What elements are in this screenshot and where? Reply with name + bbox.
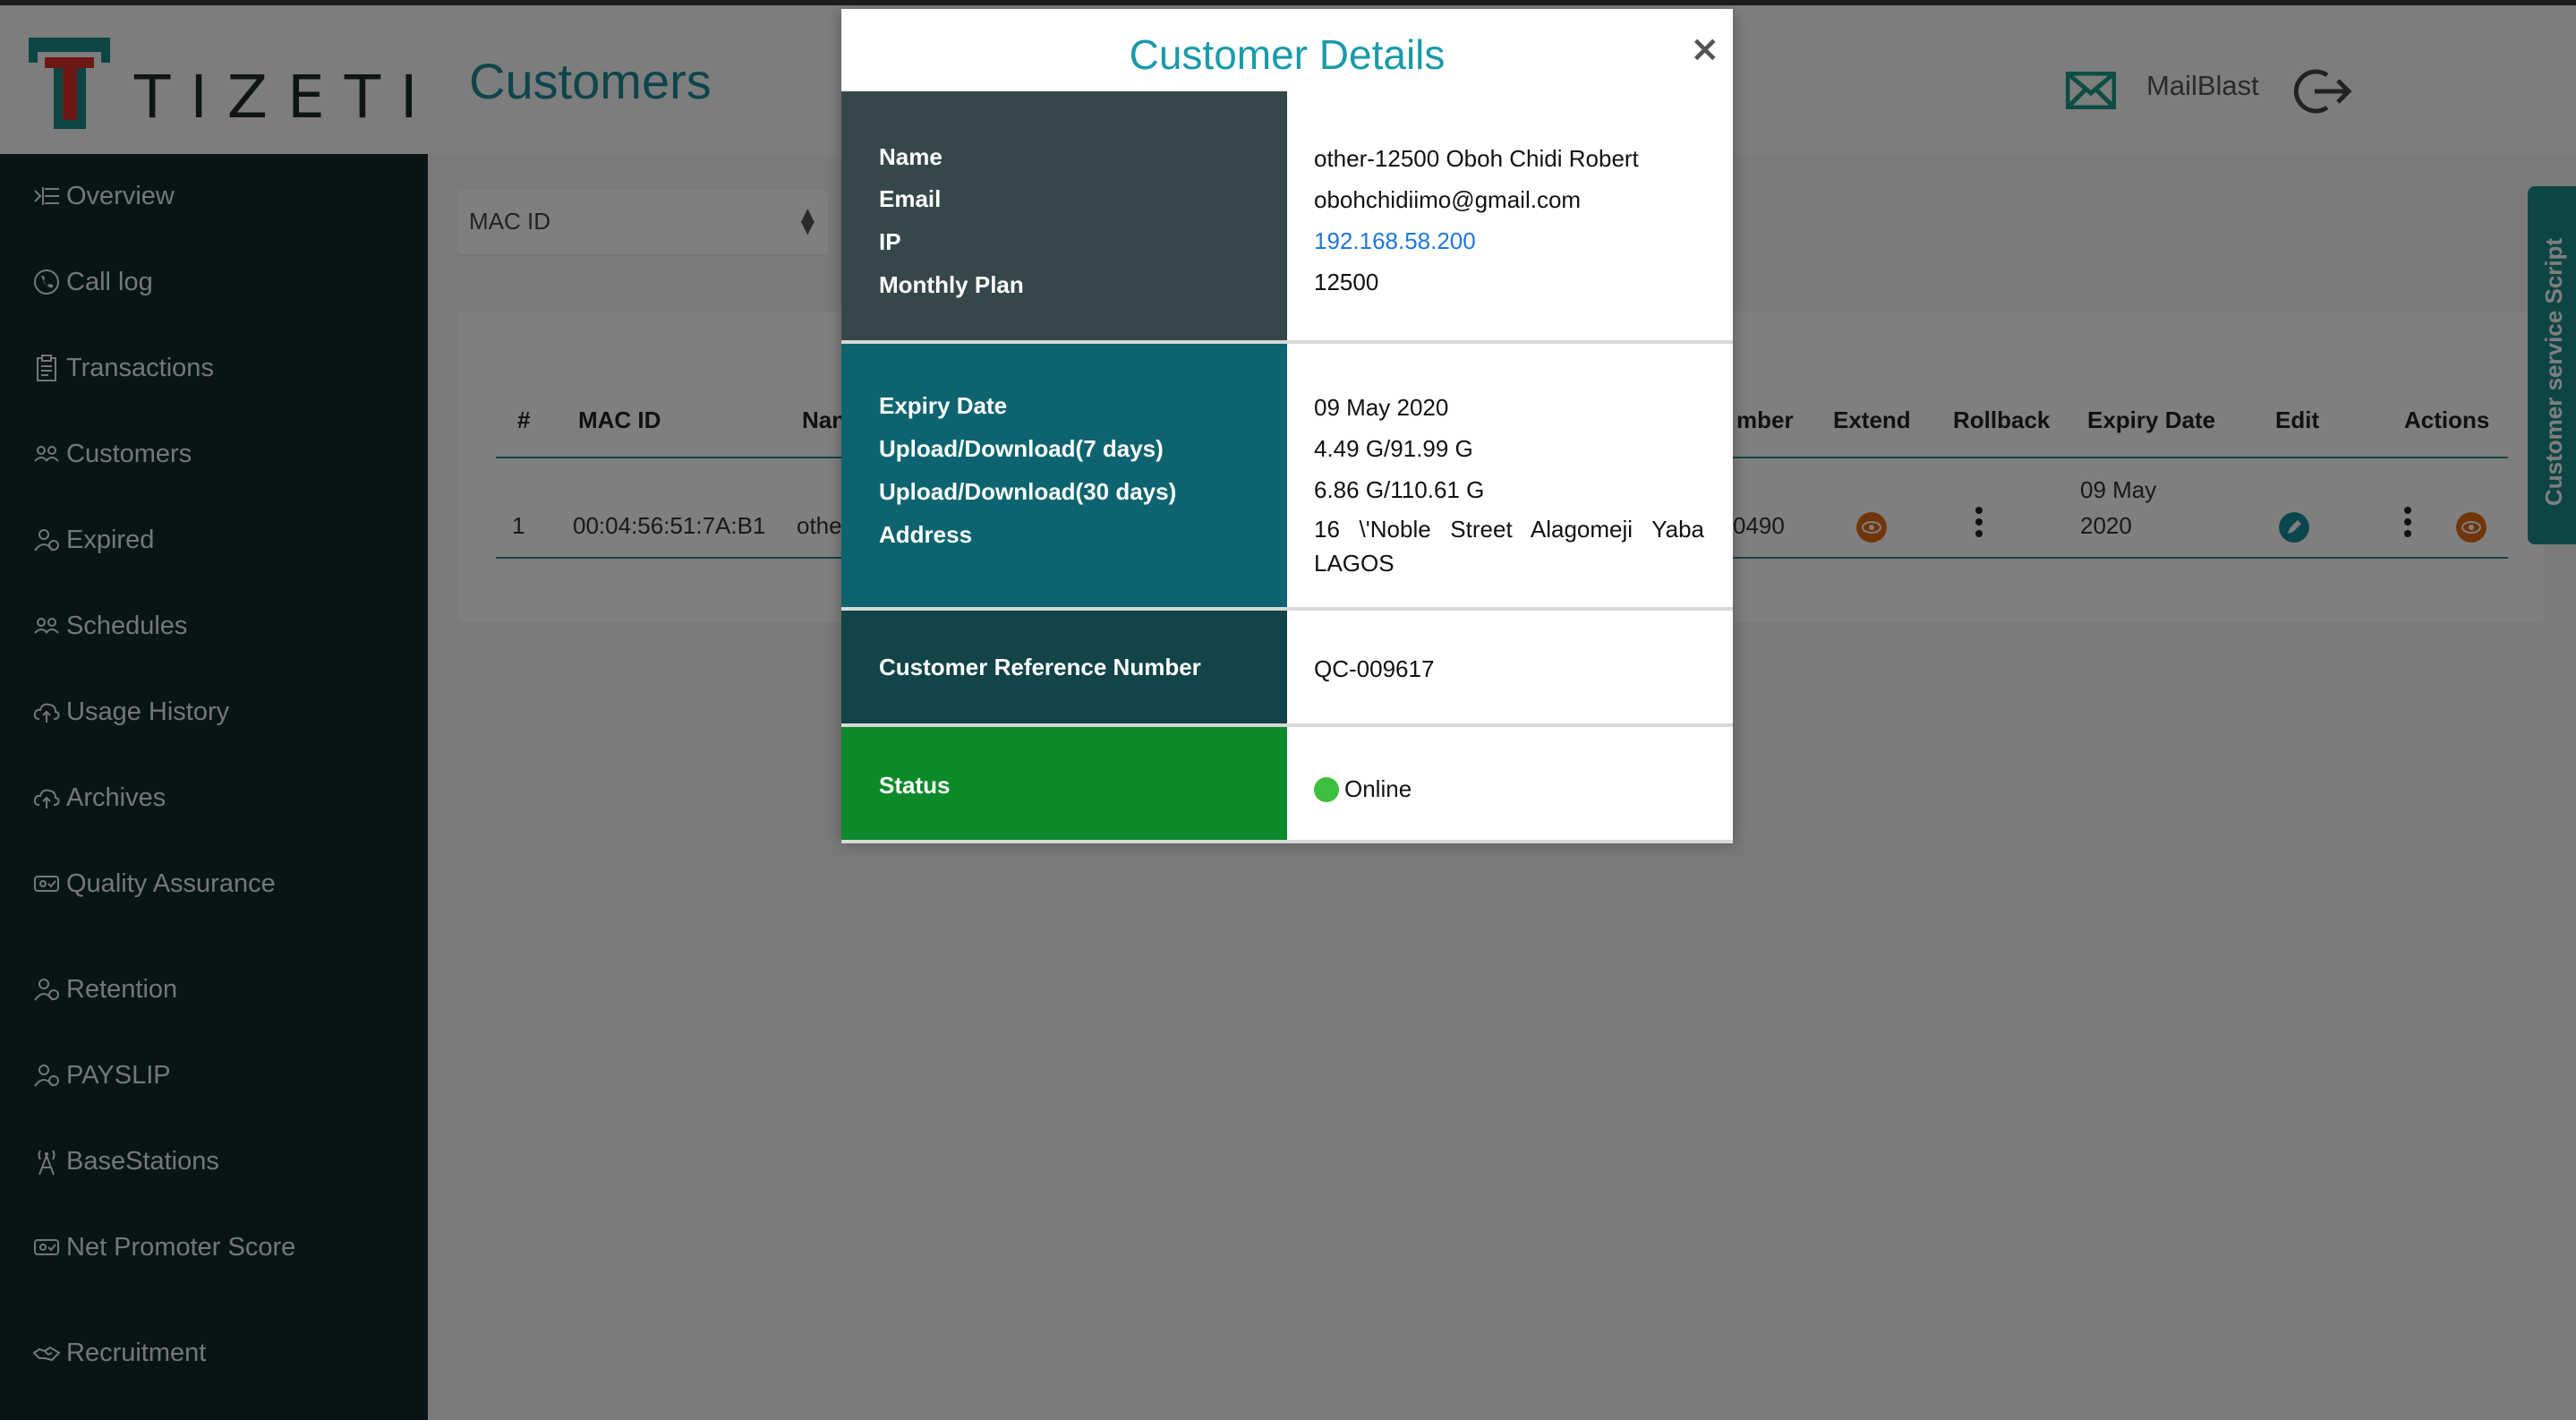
value-customer-reference-number: QC-009617 xyxy=(1314,655,1435,682)
value-email: obohchidiimo@gmail.com xyxy=(1314,186,1582,213)
label-name: Name xyxy=(879,143,943,170)
customer-details-modal: Customer Details × Name Email IP Monthly… xyxy=(841,9,1733,843)
section-status-value-area: Online xyxy=(1287,727,1733,840)
label-usage-30-days: Upload/Download(30 days) xyxy=(879,478,1177,505)
section-reference: Customer Reference Number QC-009617 xyxy=(841,611,1733,727)
status-online-icon xyxy=(1314,777,1339,802)
label-expiry-date: Expiry Date xyxy=(879,392,1008,419)
label-email: Email xyxy=(879,185,942,212)
value-ip-link[interactable]: 192.168.58.200 xyxy=(1314,227,1476,255)
close-icon[interactable]: × xyxy=(1690,29,1720,70)
label-ip: IP xyxy=(879,228,901,255)
section-status: Status Online xyxy=(841,727,1733,843)
section-usage: Expiry Date Upload/Download(7 days) Uplo… xyxy=(841,344,1733,611)
section-usage-labels: Expiry Date Upload/Download(7 days) Uplo… xyxy=(841,344,1287,607)
section-reference-value-area: QC-009617 xyxy=(1287,611,1733,723)
value-usage-30-days: 6.86 G/110.61 G xyxy=(1314,476,1485,503)
value-expiry-date: 09 May 2020 xyxy=(1314,394,1449,421)
value-monthly-plan: 12500 xyxy=(1314,269,1379,295)
value-address: 16 \'Noble Street Alagomeji Yaba LAGOS xyxy=(1314,516,1704,577)
section-status-label-area: Status xyxy=(841,727,1287,840)
value-status: Online xyxy=(1344,775,1412,802)
section-basic-info-labels: Name Email IP Monthly Plan xyxy=(841,91,1287,340)
value-name: other-12500 Oboh Chidi Robert xyxy=(1314,145,1639,172)
modal-title: Customer Details xyxy=(1129,31,1446,78)
label-address: Address xyxy=(879,521,973,548)
label-usage-7-days: Upload/Download(7 days) xyxy=(879,435,1164,462)
section-basic-info: Name Email IP Monthly Plan other-12500 O… xyxy=(841,91,1733,344)
label-status: Status xyxy=(879,772,951,799)
section-basic-info-values: other-12500 Oboh Chidi Robert obohchidii… xyxy=(1287,91,1733,340)
label-monthly-plan: Monthly Plan xyxy=(879,271,1024,298)
label-customer-reference-number: Customer Reference Number xyxy=(879,654,1201,680)
section-reference-label-area: Customer Reference Number xyxy=(841,611,1287,723)
value-usage-7-days: 4.49 G/91.99 G xyxy=(1314,435,1473,462)
section-usage-values: 09 May 2020 4.49 G/91.99 G 6.86 G/110.61… xyxy=(1287,344,1733,607)
